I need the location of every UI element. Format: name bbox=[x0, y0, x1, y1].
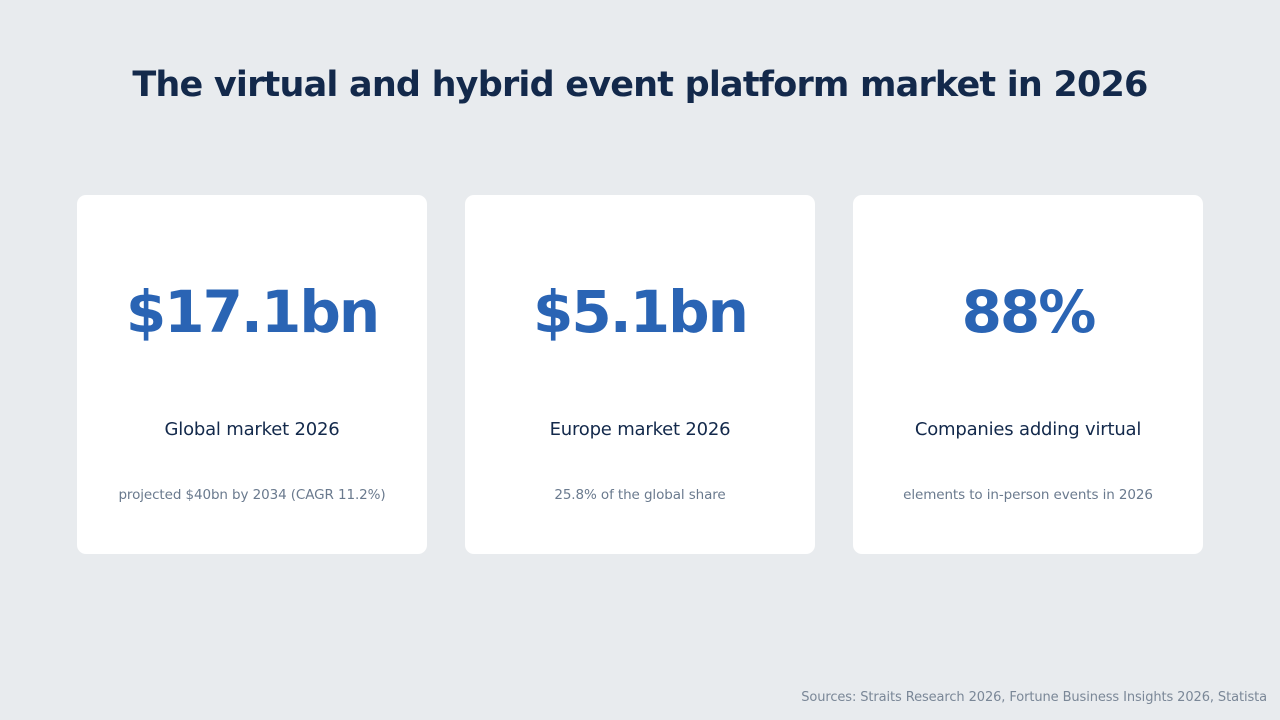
stat-card-companies: 88% Companies adding virtual elements to… bbox=[853, 195, 1203, 554]
stat-value: $5.1bn bbox=[533, 278, 749, 346]
stat-note: 25.8% of the global share bbox=[554, 487, 726, 503]
stat-card-global: $17.1bn Global market 2026 projected $40… bbox=[77, 195, 427, 554]
stat-label: Global market 2026 bbox=[164, 419, 340, 440]
stat-value: $17.1bn bbox=[125, 278, 380, 346]
stat-note: projected $40bn by 2034 (CAGR 11.2%) bbox=[118, 487, 386, 503]
stat-label: Companies adding virtual bbox=[914, 419, 1142, 440]
stat-note: elements to in-person events in 2026 bbox=[903, 487, 1153, 503]
stat-value: 88% bbox=[961, 278, 1097, 346]
stat-label: Europe market 2026 bbox=[549, 419, 731, 440]
stat-card-europe: $5.1bn Europe market 2026 25.8% of the g… bbox=[465, 195, 815, 554]
sources-footnote: Sources: Straits Research 2026, Fortune … bbox=[801, 690, 1267, 705]
page-title: The virtual and hybrid event platform ma… bbox=[132, 65, 1148, 105]
